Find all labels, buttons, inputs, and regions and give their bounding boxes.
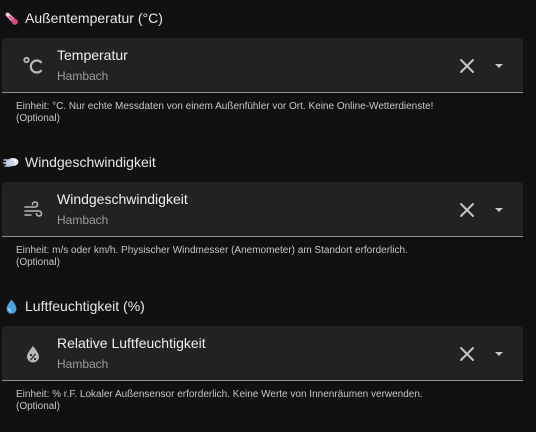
optional-label: (Optional) xyxy=(16,401,60,412)
optional-label: (Optional) xyxy=(16,257,60,268)
dropdown-arrow-icon[interactable] xyxy=(488,55,510,77)
section-outdoor-temperature: Außentemperatur (°C) Temperatur Hambach … xyxy=(0,0,536,144)
entity-picker-temperature[interactable]: Temperatur Hambach xyxy=(2,38,523,93)
selected-entity-name: Temperatur xyxy=(57,47,128,63)
celsius-icon xyxy=(22,55,44,77)
dropdown-arrow-icon[interactable] xyxy=(488,199,510,221)
helper-text: Einheit: % r.F. Lokaler Außensensor erfo… xyxy=(16,389,516,413)
section-title: Außentemperatur (°C) xyxy=(3,8,163,28)
selected-entity-area: Hambach xyxy=(57,69,109,83)
section-title: Luftfeuchtigkeit (%) xyxy=(3,296,145,316)
selected-entity-name: Relative Luftfeuchtigkeit xyxy=(57,335,206,351)
entity-picker-humidity[interactable]: Relative Luftfeuchtigkeit Hambach xyxy=(2,326,523,381)
water-percent-icon xyxy=(22,343,44,365)
helper-text: Einheit: °C. Nur echte Messdaten von ein… xyxy=(16,101,516,125)
section-humidity: Luftfeuchtigkeit (%) Relative Luftfeucht… xyxy=(0,288,536,432)
selected-entity-area: Hambach xyxy=(57,213,109,227)
section-title-text: Luftfeuchtigkeit (%) xyxy=(25,298,145,314)
helper-description: Einheit: % r.F. Lokaler Außensensor erfo… xyxy=(16,389,423,400)
weather-windy-icon xyxy=(22,199,44,221)
selected-entity-name: Windgeschwindigkeit xyxy=(57,191,188,207)
helper-description: Einheit: m/s oder km/h. Physischer Windm… xyxy=(16,245,408,256)
selected-entity-area: Hambach xyxy=(57,357,109,371)
section-wind-speed: Windgeschwindigkeit Windgeschwindigkeit … xyxy=(0,144,536,288)
thermometer-icon xyxy=(3,10,20,27)
clear-icon[interactable] xyxy=(456,55,478,77)
helper-text: Einheit: m/s oder km/h. Physischer Windm… xyxy=(16,245,516,269)
droplet-icon xyxy=(3,298,20,315)
section-title-text: Windgeschwindigkeit xyxy=(25,154,156,170)
dropdown-arrow-icon[interactable] xyxy=(488,343,510,365)
clear-icon[interactable] xyxy=(456,343,478,365)
optional-label: (Optional) xyxy=(16,113,60,124)
helper-description: Einheit: °C. Nur echte Messdaten von ein… xyxy=(16,101,434,112)
clear-icon[interactable] xyxy=(456,199,478,221)
section-title: Windgeschwindigkeit xyxy=(3,152,156,172)
entity-picker-wind-speed[interactable]: Windgeschwindigkeit Hambach xyxy=(2,182,523,237)
section-title-text: Außentemperatur (°C) xyxy=(25,10,163,26)
wind-icon xyxy=(3,154,20,171)
